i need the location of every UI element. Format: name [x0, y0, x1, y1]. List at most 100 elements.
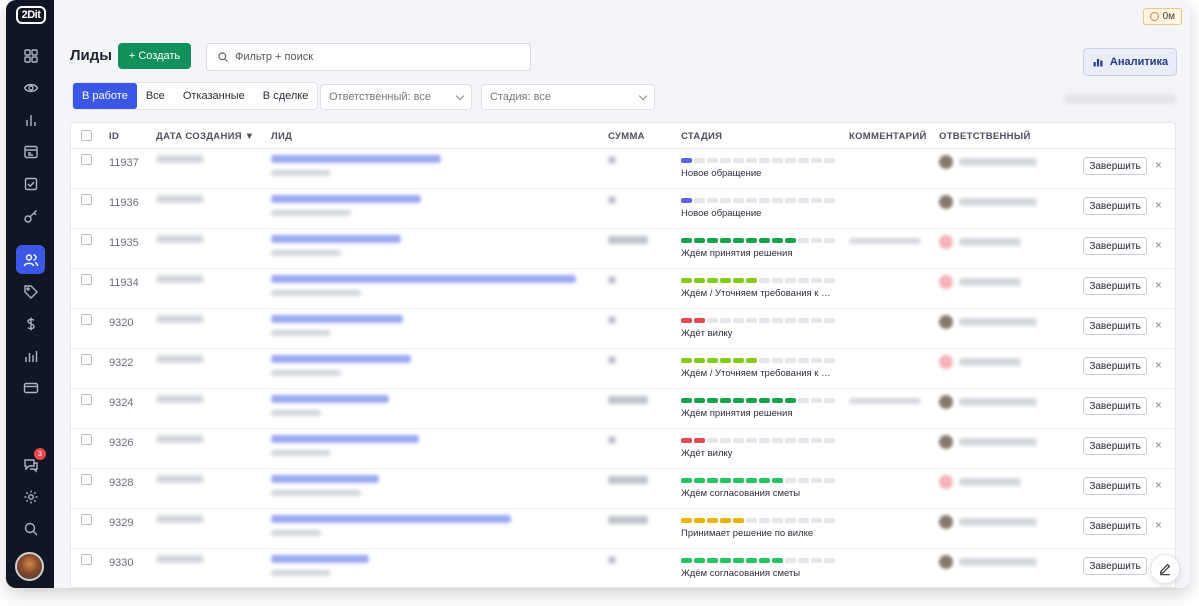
table-row[interactable]: 9326 Ждёт вилку Завершить ×	[71, 429, 1175, 469]
app-logo[interactable]: 2Dit	[16, 6, 46, 24]
column-sum[interactable]: СУММА	[608, 131, 645, 142]
sidebar-item-dashboard[interactable]	[16, 41, 45, 70]
row-checkbox[interactable]	[81, 274, 92, 285]
table-row[interactable]: 9322 Ждём / Уточняем требования к смете За…	[71, 349, 1175, 389]
search-box[interactable]	[206, 43, 531, 71]
row-checkbox[interactable]	[81, 194, 92, 205]
lead-id[interactable]: 11937	[109, 157, 139, 169]
lead-id[interactable]: 9329	[109, 517, 133, 529]
lead-link[interactable]	[271, 475, 379, 483]
finish-button[interactable]: Завершить	[1083, 477, 1147, 495]
sidebar-item-view[interactable]	[16, 73, 45, 102]
row-checkbox[interactable]	[81, 554, 92, 565]
row-checkbox[interactable]	[81, 314, 92, 325]
table-row[interactable]: 9330Ждём согласования сметыЗавершить×	[71, 549, 1175, 587]
create-button[interactable]: + Создать	[118, 43, 191, 69]
sidebar-item-tasks[interactable]	[16, 169, 45, 198]
finish-button[interactable]: Завершить	[1083, 357, 1147, 375]
close-icon[interactable]: ×	[1155, 158, 1162, 172]
sidebar-item-search[interactable]	[16, 514, 45, 543]
sidebar-item-billing[interactable]	[16, 373, 45, 402]
tab-in-progress[interactable]: В работе	[73, 83, 137, 109]
lead-id[interactable]: 9326	[109, 437, 133, 449]
sidebar-item-leads[interactable]	[16, 245, 45, 274]
finish-button[interactable]: Завершить	[1083, 397, 1147, 415]
sidebar-item-settings[interactable]	[16, 482, 45, 511]
row-checkbox[interactable]	[81, 474, 92, 485]
close-icon[interactable]: ×	[1155, 318, 1162, 332]
sidebar-item-layout[interactable]	[16, 137, 45, 166]
lead-id[interactable]: 9322	[109, 357, 133, 369]
lead-link[interactable]	[271, 355, 411, 363]
close-icon[interactable]: ×	[1155, 518, 1162, 532]
row-checkbox[interactable]	[81, 154, 92, 165]
close-icon[interactable]: ×	[1155, 358, 1162, 372]
close-icon[interactable]: ×	[1155, 438, 1162, 452]
lead-link[interactable]	[271, 195, 421, 203]
table-row[interactable]: 9324 Ждём принятия решения Завершить ×	[71, 389, 1175, 429]
close-icon[interactable]: ×	[1155, 198, 1162, 212]
sidebar-item-tags[interactable]	[16, 277, 45, 306]
responsible-filter[interactable]: Ответственный: все	[320, 84, 472, 110]
table-row[interactable]: 9320 Ждёт вилку Завершить ×	[71, 309, 1175, 349]
timer-badge[interactable]: 0м	[1142, 8, 1182, 25]
finish-button[interactable]: Завершить	[1083, 197, 1147, 215]
edit-button[interactable]	[1150, 554, 1180, 584]
lead-link[interactable]	[271, 515, 511, 523]
search-input[interactable]	[235, 51, 525, 63]
lead-link[interactable]	[271, 315, 403, 323]
user-avatar[interactable]	[15, 552, 44, 581]
column-stage[interactable]: СТАДИЯ	[681, 131, 722, 142]
lead-link[interactable]	[271, 155, 441, 163]
lead-id[interactable]: 9320	[109, 317, 133, 329]
lead-id[interactable]: 11935	[109, 237, 139, 249]
close-icon[interactable]: ×	[1155, 478, 1162, 492]
finish-button[interactable]: Завершить	[1083, 237, 1147, 255]
finish-button[interactable]: Завершить	[1083, 437, 1147, 455]
table-row[interactable]: 11935 Ждём принятия решения Завершить ×	[71, 229, 1175, 269]
lead-link[interactable]	[271, 235, 401, 243]
row-checkbox[interactable]	[81, 394, 92, 405]
tab-rejected[interactable]: Отказанные	[174, 83, 254, 109]
close-icon[interactable]: ×	[1155, 238, 1162, 252]
table-row[interactable]: 11937 Новое обращение Завершить ×	[71, 149, 1175, 189]
column-id[interactable]: ID	[109, 131, 119, 142]
row-checkbox[interactable]	[81, 354, 92, 365]
lead-link[interactable]	[271, 435, 419, 443]
select-all-checkbox[interactable]	[81, 130, 92, 141]
finish-button[interactable]: Завершить	[1083, 277, 1147, 295]
column-lead[interactable]: ЛИД	[271, 131, 292, 142]
finish-button[interactable]: Завершить	[1083, 557, 1147, 575]
sidebar-item-finance[interactable]	[16, 309, 45, 338]
tab-all[interactable]: Все	[137, 83, 174, 109]
sidebar-item-stats[interactable]	[16, 341, 45, 370]
column-responsible[interactable]: ОТВЕТСТВЕННЫЙ	[939, 131, 1031, 142]
stage-filter[interactable]: Стадия: все	[481, 84, 655, 110]
close-icon[interactable]: ×	[1155, 398, 1162, 412]
table-row[interactable]: 11934 Ждём / Уточняем требования к смете З…	[71, 269, 1175, 309]
table-row[interactable]: 11936 Новое обращение Завершить ×	[71, 189, 1175, 229]
row-checkbox[interactable]	[81, 234, 92, 245]
column-created[interactable]: ДАТА СОЗДАНИЯ ▼	[156, 131, 255, 142]
table-row[interactable]: 9329 Принимает решение по вилке Завершить ×	[71, 509, 1175, 549]
analytics-button[interactable]: Аналитика	[1083, 48, 1177, 76]
finish-button[interactable]: Завершить	[1083, 317, 1147, 335]
lead-id[interactable]: 9324	[109, 397, 133, 409]
close-icon[interactable]: ×	[1155, 278, 1162, 292]
finish-button[interactable]: Завершить	[1083, 517, 1147, 535]
table-row[interactable]: 9328 Ждём согласования сметы Завершить ×	[71, 469, 1175, 509]
finish-button[interactable]: Завершить	[1083, 157, 1147, 175]
sidebar-item-reports[interactable]	[16, 105, 45, 134]
lead-link[interactable]	[271, 395, 389, 403]
lead-id[interactable]: 11934	[109, 277, 139, 289]
column-comment[interactable]: КОММЕНТАРИЙ	[849, 131, 927, 142]
lead-id[interactable]: 11936	[109, 197, 139, 209]
lead-id[interactable]: 9330	[109, 557, 133, 569]
row-checkbox[interactable]	[81, 514, 92, 525]
lead-link[interactable]	[271, 275, 576, 283]
tab-in-deal[interactable]: В сделке	[254, 83, 318, 109]
sidebar-item-access[interactable]	[16, 201, 45, 230]
lead-link[interactable]	[271, 555, 369, 563]
row-checkbox[interactable]	[81, 434, 92, 445]
lead-id[interactable]: 9328	[109, 477, 133, 489]
